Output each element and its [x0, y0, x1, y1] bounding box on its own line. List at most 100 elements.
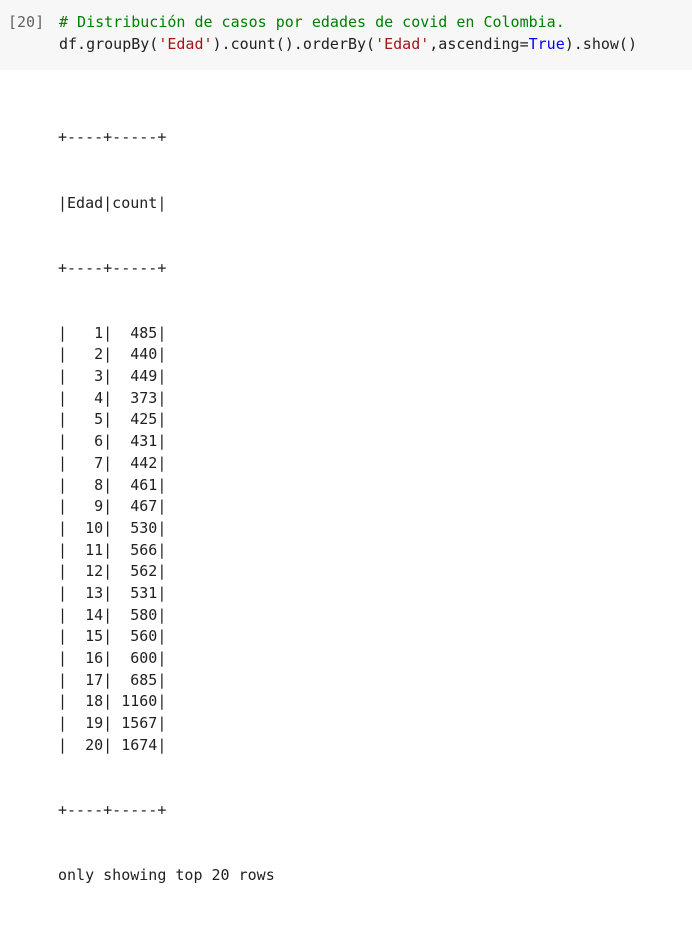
table-row: | 11| 566|: [58, 540, 275, 562]
code-token: ).count().orderBy(: [212, 35, 376, 53]
row-separator: |: [157, 367, 167, 386]
row-separator: |: [58, 692, 86, 711]
code-editor[interactable]: # Distribución de casos por edades de co…: [59, 11, 637, 55]
row-separator: |: [157, 453, 167, 472]
row-separator: |: [58, 432, 95, 451]
table-row: | 10| 530|: [58, 518, 275, 540]
row-separator: |: [103, 692, 122, 711]
table-row: | 1| 485|: [58, 323, 275, 345]
code-token: 'Edad': [375, 35, 430, 53]
cell-count: 531: [130, 583, 158, 602]
row-separator: |: [58, 518, 86, 537]
cell-count: 461: [130, 475, 158, 494]
row-separator: |: [58, 735, 86, 754]
cell-edad: 2: [94, 345, 104, 364]
table-row: | 16| 600|: [58, 648, 275, 670]
cell-edad: 16: [85, 649, 104, 667]
table-row: | 9| 467|: [58, 496, 275, 518]
code-line: # Distribución de casos por edades de co…: [59, 11, 637, 33]
table-row: | 18| 1160|: [58, 691, 275, 713]
table-row: | 8| 461|: [58, 475, 275, 497]
row-separator: |: [103, 388, 131, 407]
cell-edad: 5: [94, 410, 104, 429]
table-row: | 6| 431|: [58, 431, 275, 453]
row-separator: |: [58, 345, 95, 364]
row-separator: |: [157, 605, 167, 624]
cell-edad: 9: [94, 497, 104, 516]
row-separator: |: [157, 627, 167, 646]
row-separator: |: [58, 388, 95, 407]
table-row: | 5| 425|: [58, 409, 275, 431]
cell-edad: 17: [85, 670, 104, 689]
row-separator: |: [58, 367, 95, 386]
table-row: | 20| 1674|: [58, 735, 275, 757]
cell-edad: 20: [85, 735, 104, 754]
row-separator: |: [103, 518, 131, 537]
cell-edad: 18: [85, 692, 104, 711]
code-token: ).show(): [564, 35, 637, 53]
row-separator: |: [157, 714, 167, 733]
row-separator: |: [103, 323, 131, 342]
row-separator: |: [58, 670, 86, 689]
cell-edad: 1: [94, 323, 104, 342]
row-separator: |: [58, 323, 95, 342]
row-separator: |: [103, 497, 131, 516]
cell-edad: 19: [85, 714, 104, 733]
code-line: df.groupBy('Edad').count().orderBy('Edad…: [59, 33, 637, 55]
cell-count: 560: [130, 627, 158, 646]
row-separator: |: [103, 649, 131, 667]
table-body: | 1| 485| | 2| 440| | 3| 449| | 4| 373| | 5|…: [58, 323, 275, 757]
row-separator: |: [157, 540, 167, 559]
table-row: | 7| 442|: [58, 453, 275, 475]
row-separator: |: [103, 540, 131, 559]
cell-edad: 4: [94, 388, 104, 407]
row-separator: |: [58, 540, 86, 559]
row-separator: |: [103, 735, 122, 754]
cell-edad: 10: [85, 518, 104, 537]
cell-count: 530: [130, 518, 158, 537]
cell-count: 566: [130, 540, 158, 559]
cell-count: 373: [130, 388, 158, 407]
row-separator: |: [103, 367, 131, 386]
row-separator: |: [157, 497, 167, 516]
cell-count: 580: [130, 605, 158, 624]
row-separator: |: [58, 649, 86, 667]
row-separator: |: [58, 627, 86, 646]
row-separator: |: [157, 518, 167, 537]
row-separator: |: [157, 388, 167, 407]
table-row: | 13| 531|: [58, 583, 275, 605]
table-border-bottom: +----+-----+: [58, 800, 167, 819]
row-separator: |: [103, 345, 131, 364]
cell-edad: 11: [85, 540, 104, 559]
row-separator: |: [58, 410, 95, 429]
cell-count: 1674: [121, 735, 158, 754]
cell-edad: 8: [94, 475, 104, 494]
row-separator: |: [103, 627, 131, 646]
cell-edad: 6: [94, 432, 104, 451]
row-separator: |: [103, 605, 131, 624]
cell-count: 449: [130, 367, 158, 386]
row-separator: |: [157, 735, 167, 754]
code-token: ,ascending=: [429, 35, 529, 53]
table-header: |Edad|count|: [58, 193, 167, 212]
row-separator: |: [103, 432, 131, 451]
code-token: # Distribución de casos por edades de co…: [59, 13, 565, 31]
row-separator: |: [157, 323, 167, 342]
cell-edad: 3: [94, 367, 104, 386]
table-border-top: +----+-----+: [58, 128, 167, 147]
row-separator: |: [58, 583, 86, 602]
cell-count: 685: [130, 670, 158, 689]
row-separator: |: [157, 562, 167, 581]
table-row: | 4| 373|: [58, 388, 275, 410]
execution-count: [20]: [8, 13, 45, 31]
row-separator: |: [103, 583, 131, 602]
row-separator: |: [103, 670, 131, 689]
cell-count: 600: [130, 649, 158, 667]
table-row: | 12| 562|: [58, 561, 275, 583]
notebook-cell: [20] # Distribución de casos por edades …: [0, 0, 692, 884]
cell-edad: 15: [85, 627, 104, 646]
row-separator: |: [58, 475, 95, 494]
cell-edad: 14: [85, 605, 104, 624]
code-input-area[interactable]: [20] # Distribución de casos por edades …: [0, 0, 692, 70]
row-separator: |: [103, 562, 131, 581]
